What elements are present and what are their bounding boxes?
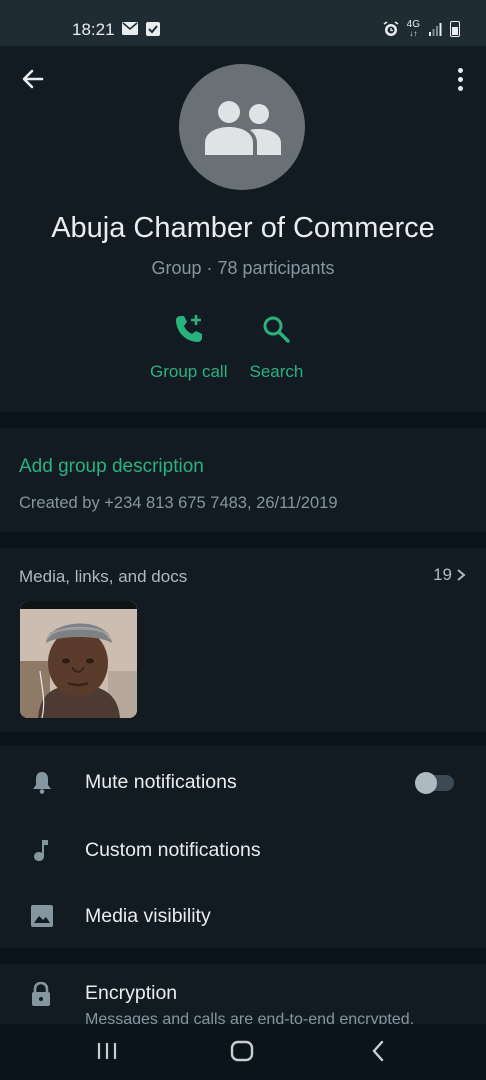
mute-notifications-toggle[interactable] bbox=[415, 772, 454, 794]
media-visibility-row[interactable]: Media visibility bbox=[0, 885, 486, 947]
group-settings-list: Mute notifications Custom notifications … bbox=[0, 746, 486, 948]
media-links-docs-section: Media, links, and docs 19 bbox=[0, 548, 486, 732]
chevron-right-icon bbox=[457, 569, 466, 581]
mail-icon bbox=[122, 22, 138, 35]
recent-apps-icon[interactable] bbox=[96, 1040, 118, 1062]
network-type: 4G ↓↑ bbox=[406, 19, 420, 39]
status-notification-icons bbox=[122, 22, 160, 36]
custom-notifications-row[interactable]: Custom notifications bbox=[0, 819, 486, 881]
group-name: Abuja Chamber of Commerce bbox=[51, 212, 435, 244]
encryption-row[interactable]: Encryption Messages and calls are end-to… bbox=[0, 964, 486, 1024]
add-call-icon bbox=[175, 315, 202, 342]
music-note-icon bbox=[34, 840, 48, 861]
bell-icon bbox=[33, 772, 51, 794]
mute-notifications-row[interactable]: Mute notifications bbox=[0, 751, 486, 813]
group-call-button[interactable]: Group call bbox=[150, 310, 227, 382]
media-thumbnail[interactable] bbox=[20, 601, 137, 718]
encryption-title: Encryption bbox=[85, 982, 178, 1004]
group-description-section: Add group description Created by +234 81… bbox=[0, 428, 486, 532]
back-arrow-icon[interactable] bbox=[18, 64, 48, 94]
image-icon bbox=[31, 905, 53, 927]
encryption-subtitle: Messages and calls are end-to-end encryp… bbox=[85, 1011, 415, 1024]
checkbox-icon bbox=[146, 22, 160, 36]
battery-icon bbox=[450, 21, 460, 37]
group-actions: Group call Search bbox=[150, 310, 303, 382]
more-options-icon[interactable] bbox=[450, 64, 470, 94]
system-navigation-bar bbox=[0, 1024, 486, 1080]
status-bar: 18:21 4G ↓↑ bbox=[0, 0, 486, 46]
group-info-header: Abuja Chamber of Commerce Group · 78 par… bbox=[0, 46, 486, 412]
media-count-button[interactable]: 19 bbox=[433, 565, 466, 585]
status-system-icons: 4G ↓↑ bbox=[383, 20, 460, 38]
signal-icon bbox=[429, 23, 442, 36]
media-count: 19 bbox=[433, 565, 452, 584]
back-nav-icon[interactable] bbox=[370, 1040, 386, 1062]
photo-thumbnail-image bbox=[20, 601, 137, 718]
media-section-title: Media, links, and docs bbox=[19, 567, 188, 586]
search-button[interactable]: Search bbox=[249, 310, 303, 382]
group-avatar[interactable] bbox=[179, 64, 305, 190]
group-people-icon bbox=[205, 101, 281, 155]
group-created-info: Created by +234 813 675 7483, 26/11/2019 bbox=[19, 494, 338, 512]
search-icon bbox=[263, 316, 291, 343]
home-icon[interactable] bbox=[230, 1040, 254, 1062]
add-group-description-link[interactable]: Add group description bbox=[19, 456, 204, 478]
status-time: 18:21 bbox=[72, 20, 115, 39]
lock-icon bbox=[32, 982, 50, 1006]
alarm-icon bbox=[383, 21, 399, 36]
group-participants: Group · 78 participants bbox=[151, 258, 335, 278]
